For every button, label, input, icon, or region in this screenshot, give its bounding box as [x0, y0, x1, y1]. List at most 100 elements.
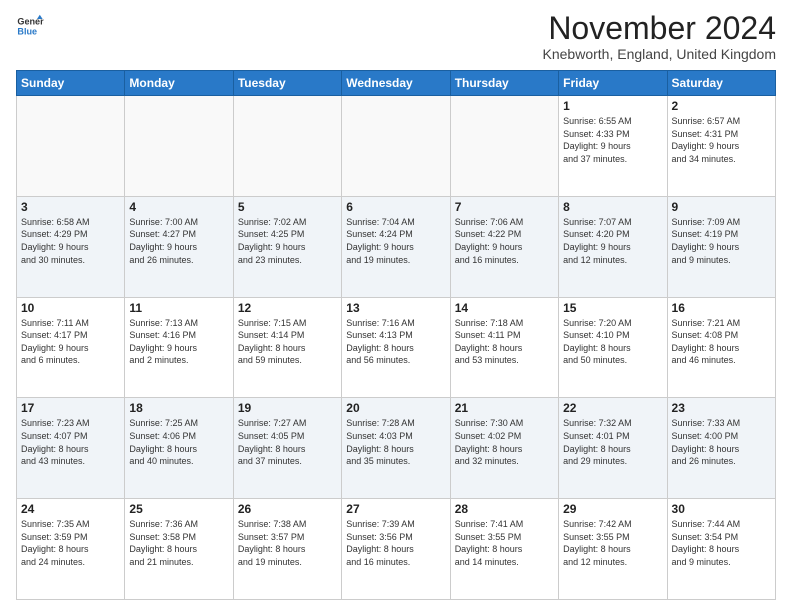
- day-number: 30: [672, 502, 771, 516]
- table-row: 28 Sunrise: 7:41 AM Sunset: 3:55 PM Dayli…: [450, 499, 558, 600]
- day-info: Sunrise: 7:21 AM Sunset: 4:08 PM Dayligh…: [672, 317, 771, 367]
- table-row: 30 Sunrise: 7:44 AM Sunset: 3:54 PM Dayli…: [667, 499, 775, 600]
- day-number: 11: [129, 301, 228, 315]
- day-info: Sunrise: 7:13 AM Sunset: 4:16 PM Dayligh…: [129, 317, 228, 367]
- table-row: 27 Sunrise: 7:39 AM Sunset: 3:56 PM Dayli…: [342, 499, 450, 600]
- page: General Blue November 2024 Knebworth, En…: [0, 0, 792, 612]
- day-number: 22: [563, 401, 662, 415]
- day-number: 5: [238, 200, 337, 214]
- col-tuesday: Tuesday: [233, 71, 341, 96]
- header-row: Sunday Monday Tuesday Wednesday Thursday…: [17, 71, 776, 96]
- day-number: 4: [129, 200, 228, 214]
- day-number: 13: [346, 301, 445, 315]
- table-row: 8 Sunrise: 7:07 AM Sunset: 4:20 PM Daylig…: [559, 196, 667, 297]
- header: General Blue November 2024 Knebworth, En…: [16, 12, 776, 62]
- day-info: Sunrise: 6:55 AM Sunset: 4:33 PM Dayligh…: [563, 115, 662, 165]
- location: Knebworth, England, United Kingdom: [543, 46, 776, 62]
- col-wednesday: Wednesday: [342, 71, 450, 96]
- day-info: Sunrise: 7:39 AM Sunset: 3:56 PM Dayligh…: [346, 518, 445, 568]
- col-saturday: Saturday: [667, 71, 775, 96]
- day-number: 20: [346, 401, 445, 415]
- day-info: Sunrise: 7:42 AM Sunset: 3:55 PM Dayligh…: [563, 518, 662, 568]
- table-row: 25Sunrise: 7:36 AM Sunset: 3:58 PM Dayli…: [125, 499, 233, 600]
- day-info: Sunrise: 7:28 AM Sunset: 4:03 PM Dayligh…: [346, 417, 445, 467]
- col-friday: Friday: [559, 71, 667, 96]
- day-number: 23: [672, 401, 771, 415]
- day-info: Sunrise: 7:44 AM Sunset: 3:54 PM Dayligh…: [672, 518, 771, 568]
- day-number: 2: [672, 99, 771, 113]
- table-row: 5 Sunrise: 7:02 AM Sunset: 4:25 PM Daylig…: [233, 196, 341, 297]
- day-info: Sunrise: 7:27 AM Sunset: 4:05 PM Dayligh…: [238, 417, 337, 467]
- table-row: 12Sunrise: 7:15 AM Sunset: 4:14 PM Dayli…: [233, 297, 341, 398]
- day-info: Sunrise: 7:35 AM Sunset: 3:59 PM Dayligh…: [21, 518, 120, 568]
- col-monday: Monday: [125, 71, 233, 96]
- svg-text:Blue: Blue: [17, 26, 37, 36]
- calendar-week-3: 10Sunrise: 7:11 AM Sunset: 4:17 PM Dayli…: [17, 297, 776, 398]
- table-row: 9Sunrise: 7:09 AM Sunset: 4:19 PM Daylig…: [667, 196, 775, 297]
- table-row: [233, 96, 341, 197]
- day-number: 28: [455, 502, 554, 516]
- col-sunday: Sunday: [17, 71, 125, 96]
- day-info: Sunrise: 7:02 AM Sunset: 4:25 PM Dayligh…: [238, 216, 337, 266]
- day-number: 14: [455, 301, 554, 315]
- table-row: 15Sunrise: 7:20 AM Sunset: 4:10 PM Dayli…: [559, 297, 667, 398]
- day-info: Sunrise: 7:38 AM Sunset: 3:57 PM Dayligh…: [238, 518, 337, 568]
- day-number: 19: [238, 401, 337, 415]
- day-info: Sunrise: 7:09 AM Sunset: 4:19 PM Dayligh…: [672, 216, 771, 266]
- table-row: 29 Sunrise: 7:42 AM Sunset: 3:55 PM Dayli…: [559, 499, 667, 600]
- day-info: Sunrise: 7:30 AM Sunset: 4:02 PM Dayligh…: [455, 417, 554, 467]
- table-row: 17Sunrise: 7:23 AM Sunset: 4:07 PM Dayli…: [17, 398, 125, 499]
- table-row: 18 Sunrise: 7:25 AM Sunset: 4:06 PM Dayli…: [125, 398, 233, 499]
- table-row: [17, 96, 125, 197]
- table-row: 26 Sunrise: 7:38 AM Sunset: 3:57 PM Dayli…: [233, 499, 341, 600]
- col-thursday: Thursday: [450, 71, 558, 96]
- day-number: 7: [455, 200, 554, 214]
- day-info: Sunrise: 7:00 AM Sunset: 4:27 PM Dayligh…: [129, 216, 228, 266]
- table-row: 21 Sunrise: 7:30 AM Sunset: 4:02 PM Dayli…: [450, 398, 558, 499]
- day-info: Sunrise: 6:58 AM Sunset: 4:29 PM Dayligh…: [21, 216, 120, 266]
- day-number: 24: [21, 502, 120, 516]
- day-info: Sunrise: 7:18 AM Sunset: 4:11 PM Dayligh…: [455, 317, 554, 367]
- day-number: 21: [455, 401, 554, 415]
- day-number: 1: [563, 99, 662, 113]
- day-info: Sunrise: 7:16 AM Sunset: 4:13 PM Dayligh…: [346, 317, 445, 367]
- table-row: 16 Sunrise: 7:21 AM Sunset: 4:08 PM Dayli…: [667, 297, 775, 398]
- day-info: Sunrise: 7:15 AM Sunset: 4:14 PM Dayligh…: [238, 317, 337, 367]
- day-number: 6: [346, 200, 445, 214]
- calendar-week-4: 17Sunrise: 7:23 AM Sunset: 4:07 PM Dayli…: [17, 398, 776, 499]
- day-number: 16: [672, 301, 771, 315]
- calendar: Sunday Monday Tuesday Wednesday Thursday…: [16, 70, 776, 600]
- table-row: 19 Sunrise: 7:27 AM Sunset: 4:05 PM Dayli…: [233, 398, 341, 499]
- day-number: 26: [238, 502, 337, 516]
- month-title: November 2024: [543, 12, 776, 44]
- table-row: 22 Sunrise: 7:32 AM Sunset: 4:01 PM Dayli…: [559, 398, 667, 499]
- day-info: Sunrise: 6:57 AM Sunset: 4:31 PM Dayligh…: [672, 115, 771, 165]
- day-number: 3: [21, 200, 120, 214]
- day-number: 18: [129, 401, 228, 415]
- table-row: 7 Sunrise: 7:06 AM Sunset: 4:22 PM Daylig…: [450, 196, 558, 297]
- day-info: Sunrise: 7:41 AM Sunset: 3:55 PM Dayligh…: [455, 518, 554, 568]
- calendar-week-2: 3 Sunrise: 6:58 AM Sunset: 4:29 PM Daylig…: [17, 196, 776, 297]
- table-row: 10Sunrise: 7:11 AM Sunset: 4:17 PM Dayli…: [17, 297, 125, 398]
- logo-icon: General Blue: [16, 12, 44, 40]
- table-row: 23Sunrise: 7:33 AM Sunset: 4:00 PM Dayli…: [667, 398, 775, 499]
- title-area: November 2024 Knebworth, England, United…: [543, 12, 776, 62]
- table-row: 20 Sunrise: 7:28 AM Sunset: 4:03 PM Dayli…: [342, 398, 450, 499]
- table-row: 14 Sunrise: 7:18 AM Sunset: 4:11 PM Dayli…: [450, 297, 558, 398]
- table-row: 4 Sunrise: 7:00 AM Sunset: 4:27 PM Daylig…: [125, 196, 233, 297]
- table-row: 11 Sunrise: 7:13 AM Sunset: 4:16 PM Dayli…: [125, 297, 233, 398]
- day-info: Sunrise: 7:20 AM Sunset: 4:10 PM Dayligh…: [563, 317, 662, 367]
- table-row: 6Sunrise: 7:04 AM Sunset: 4:24 PM Daylig…: [342, 196, 450, 297]
- day-number: 27: [346, 502, 445, 516]
- day-info: Sunrise: 7:06 AM Sunset: 4:22 PM Dayligh…: [455, 216, 554, 266]
- day-info: Sunrise: 7:07 AM Sunset: 4:20 PM Dayligh…: [563, 216, 662, 266]
- day-info: Sunrise: 7:25 AM Sunset: 4:06 PM Dayligh…: [129, 417, 228, 467]
- day-number: 29: [563, 502, 662, 516]
- table-row: 3 Sunrise: 6:58 AM Sunset: 4:29 PM Daylig…: [17, 196, 125, 297]
- day-number: 10: [21, 301, 120, 315]
- day-number: 17: [21, 401, 120, 415]
- day-info: Sunrise: 7:36 AM Sunset: 3:58 PM Dayligh…: [129, 518, 228, 568]
- day-number: 8: [563, 200, 662, 214]
- table-row: 1 Sunrise: 6:55 AM Sunset: 4:33 PM Daylig…: [559, 96, 667, 197]
- day-info: Sunrise: 7:32 AM Sunset: 4:01 PM Dayligh…: [563, 417, 662, 467]
